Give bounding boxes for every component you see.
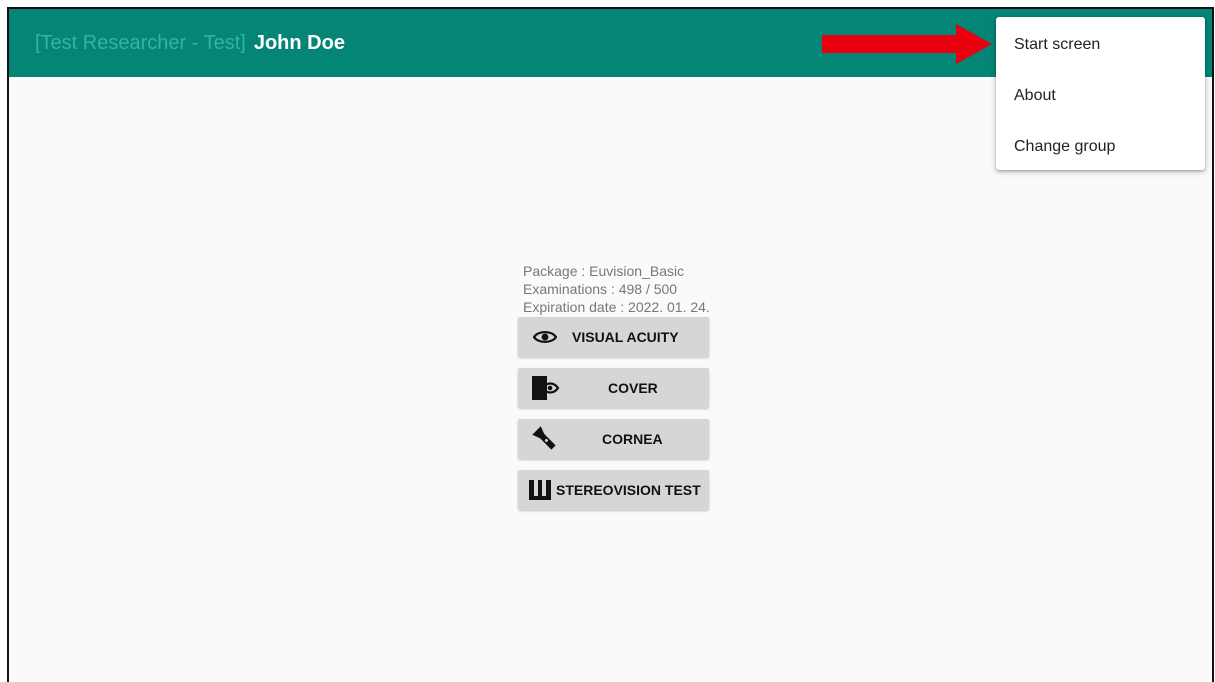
eye-icon [528, 320, 562, 354]
menu-item-about[interactable]: About [996, 70, 1205, 121]
red-arrow-icon [820, 24, 992, 69]
cornea-label: CORNEA [602, 431, 663, 447]
expiration-date: Expiration date : 2022. 01. 24. [523, 299, 710, 315]
examinations-count: Examinations : 498 / 500 [523, 281, 678, 297]
patient-name: John Doe [253, 31, 345, 54]
app-bar-title: [Test Researcher - Test] John Doe [35, 32, 345, 55]
visual-acuity-button[interactable]: VISUAL ACUITY [518, 317, 709, 357]
menu-item-change-group[interactable]: Change group [996, 121, 1205, 172]
stereo-bars-icon [526, 473, 554, 507]
cover-eye-icon [528, 371, 562, 405]
flashlight-icon [528, 422, 562, 456]
cover-label: COVER [608, 380, 658, 396]
cover-button[interactable]: COVER [518, 368, 709, 408]
cornea-button[interactable]: CORNEA [518, 419, 709, 459]
researcher-group-label: [Test Researcher - Test] [35, 31, 246, 54]
overflow-menu: Start screen About Change group [996, 17, 1205, 170]
package-info: Package : Euvision_Basic Examinations : … [523, 262, 710, 316]
package-label: Package : Euvision_Basic [523, 263, 685, 279]
menu-item-start-screen[interactable]: Start screen [996, 19, 1205, 70]
visual-acuity-label: VISUAL ACUITY [572, 329, 679, 345]
stereovision-test-label: STEREOVISION TEST [556, 482, 701, 498]
stereovision-test-button[interactable]: STEREOVISION TEST [518, 470, 709, 510]
